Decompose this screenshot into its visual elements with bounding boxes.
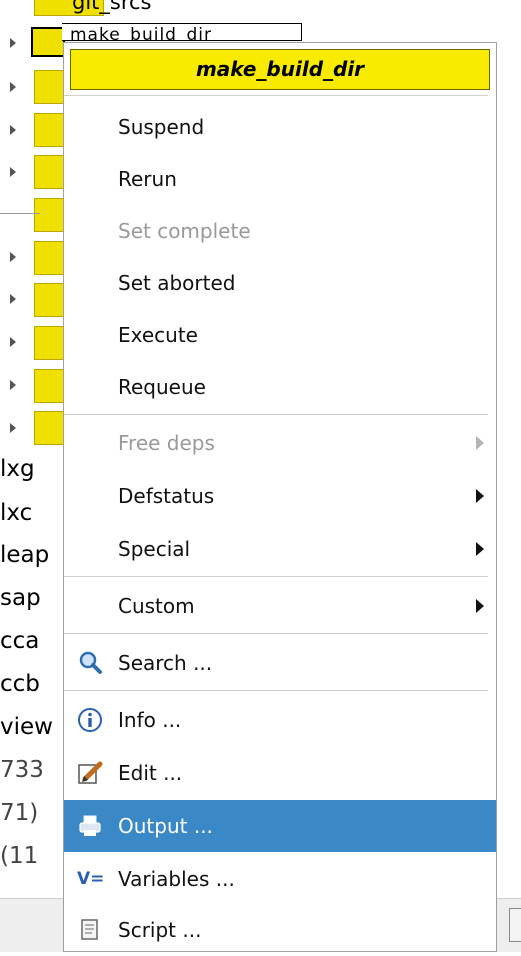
script-document-icon — [81, 919, 98, 940]
submenu-arrow-icon — [476, 599, 484, 613]
expand-arrow-icon[interactable] — [10, 252, 16, 262]
menu-item-label: Suspend — [118, 115, 205, 139]
tree-node[interactable] — [34, 155, 64, 189]
tree-node[interactable] — [34, 326, 64, 360]
menu-item-requeue[interactable]: Requeue — [64, 361, 496, 413]
menu-item-label: Requeue — [118, 375, 206, 399]
tree-branch-line — [0, 213, 40, 214]
tree-row-text: lxg — [0, 456, 35, 482]
submenu-arrow-icon — [476, 542, 484, 556]
menu-item-label: Script ... — [118, 918, 202, 942]
menu-item-label: Edit ... — [118, 761, 183, 785]
tree-row-text: 71) — [0, 800, 39, 826]
context-menu-title: make_build_dir — [70, 49, 490, 90]
expand-arrow-icon[interactable] — [10, 337, 16, 347]
menu-item-script[interactable]: Script ... — [64, 904, 496, 956]
expand-arrow-icon[interactable] — [10, 167, 16, 177]
menu-item-label: Execute — [118, 323, 198, 347]
tree-node-label-partial: git_srcs — [72, 0, 152, 14]
submenu-arrow-icon — [476, 489, 484, 503]
info-icon — [78, 708, 102, 732]
menu-separator — [64, 576, 488, 577]
menu-item-set-complete: Set complete — [64, 205, 496, 257]
menu-item-defstatus[interactable]: Defstatus — [64, 470, 496, 522]
menu-item-info[interactable]: Info ... — [64, 694, 496, 746]
tree-row-text: lxc — [0, 500, 33, 526]
menu-separator — [64, 414, 488, 415]
tree-node-selected[interactable] — [31, 27, 65, 57]
pencil-edit-icon — [78, 761, 103, 784]
menu-item-edit[interactable]: Edit ... — [64, 747, 496, 799]
tree-node[interactable] — [34, 113, 64, 147]
tree-row-text: 733 — [0, 757, 44, 783]
expand-arrow-icon[interactable] — [10, 82, 16, 92]
menu-item-execute[interactable]: Execute — [64, 309, 496, 361]
tree-row-text: sap — [0, 585, 41, 611]
menu-item-search[interactable]: Search ... — [64, 637, 496, 689]
menu-item-suspend[interactable]: Suspend — [64, 101, 496, 153]
tree-row-text: view — [0, 714, 53, 740]
tree-node[interactable] — [34, 411, 64, 445]
expand-arrow-icon[interactable] — [10, 125, 16, 135]
menu-item-special[interactable]: Special — [64, 523, 496, 575]
menu-item-set-aborted[interactable]: Set aborted — [64, 257, 496, 309]
expand-arrow-icon[interactable] — [10, 38, 16, 48]
menu-item-label: Special — [118, 537, 191, 561]
tree-row-text: (11 — [0, 843, 39, 869]
menu-item-label: Set complete — [118, 219, 251, 243]
tree-node[interactable] — [34, 70, 64, 104]
menu-item-label: Info ... — [118, 708, 182, 732]
tree-row-text: leap — [0, 542, 50, 568]
menu-item-free-deps: Free deps — [64, 417, 496, 469]
menu-item-label: Output ... — [118, 814, 213, 838]
menu-item-label: Variables ... — [118, 867, 235, 891]
tree-node[interactable] — [34, 369, 64, 403]
menu-item-label: Search ... — [118, 651, 213, 675]
menu-item-output[interactable]: Output ... — [64, 800, 496, 852]
tree-node[interactable] — [34, 241, 64, 275]
printer-output-icon — [79, 815, 101, 836]
menu-separator — [64, 633, 488, 634]
tree-row-text: ccb — [0, 671, 40, 697]
tree-node[interactable] — [34, 283, 64, 317]
expand-arrow-icon[interactable] — [10, 423, 16, 433]
submenu-arrow-icon — [476, 436, 484, 450]
menu-separator — [64, 95, 488, 96]
menu-item-variables[interactable]: V= Variables ... — [64, 853, 496, 905]
context-menu: make_build_dir Suspend Rerun Set complet… — [63, 42, 497, 952]
menu-item-label: Set aborted — [118, 271, 236, 295]
tree-row-text: cca — [0, 628, 40, 654]
expand-arrow-icon[interactable] — [10, 294, 16, 304]
menu-item-label: Rerun — [118, 167, 177, 191]
menu-item-label: Defstatus — [118, 484, 215, 508]
menu-item-label: Free deps — [118, 431, 215, 455]
menu-item-custom[interactable]: Custom — [64, 580, 496, 632]
menu-item-label: Custom — [118, 594, 195, 618]
menu-item-rerun[interactable]: Rerun — [64, 153, 496, 205]
variables-icon: V= — [77, 869, 105, 889]
status-bar-button[interactable] — [509, 908, 521, 942]
expand-arrow-icon[interactable] — [10, 380, 16, 390]
tree-node[interactable] — [34, 198, 64, 232]
menu-separator — [64, 690, 488, 691]
magnifier-icon — [79, 651, 102, 674]
